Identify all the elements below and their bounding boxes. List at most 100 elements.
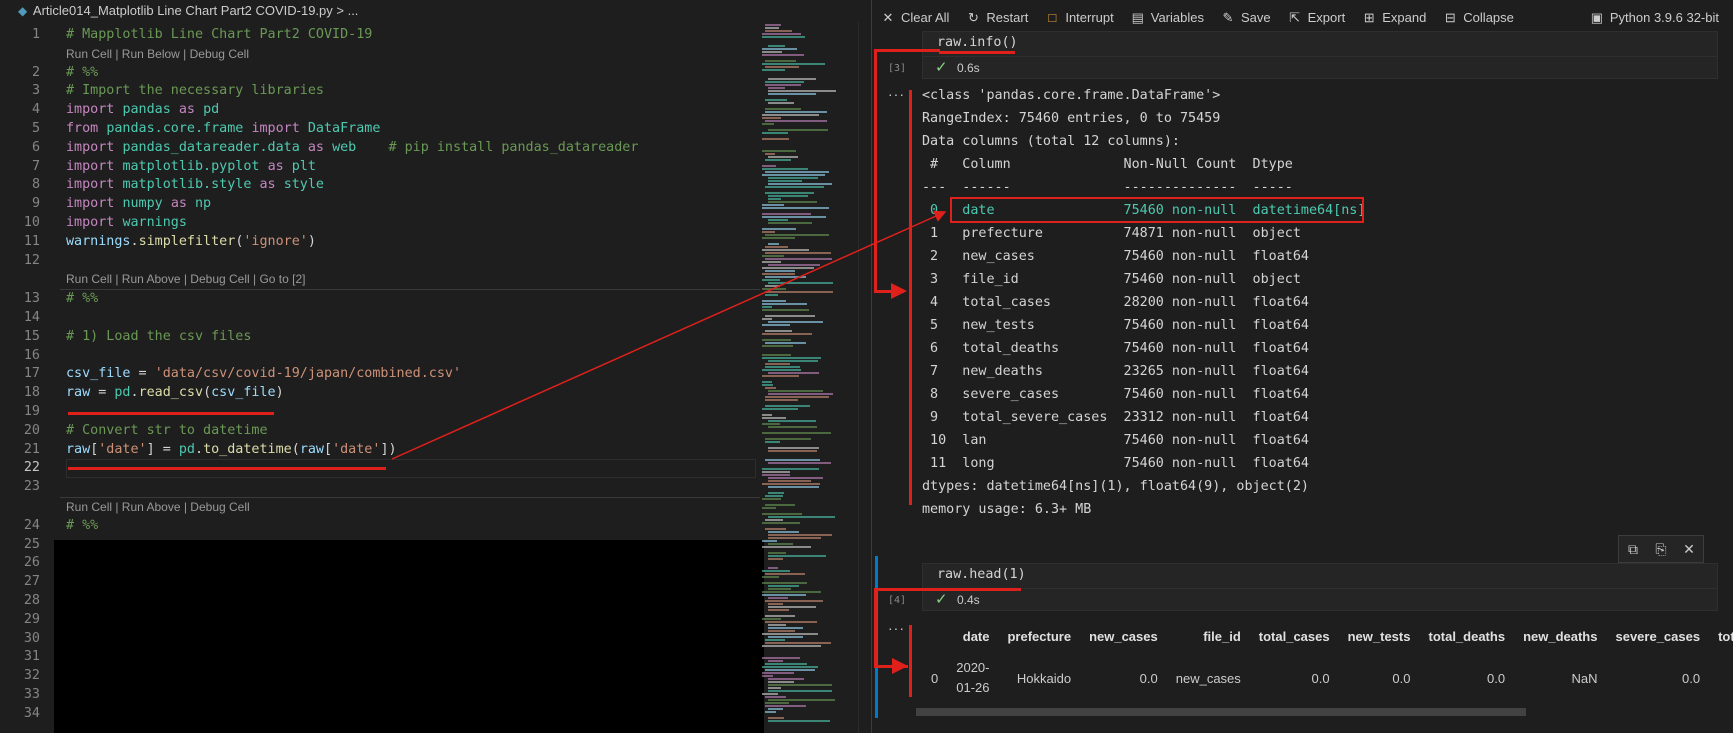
minimap-line [762, 513, 802, 515]
code-line[interactable]: 9 import numpy as np [0, 195, 760, 214]
output-line: <class 'pandas.core.frame.DataFrame'> [922, 88, 1221, 103]
line-number: 5 [31, 120, 40, 136]
minimap-line [768, 201, 817, 203]
table-header-cell: tota [1718, 629, 1733, 644]
variables-button[interactable]: ▤ Variables [1122, 0, 1212, 35]
annotation-underline [68, 412, 274, 415]
minimap-line [762, 63, 825, 65]
minimap-line [762, 261, 781, 263]
output-line: 11 long 75460 non-null float64 [922, 456, 1309, 471]
minimap-line [762, 249, 809, 251]
breadcrumb-text: Article014_Matplotlib Line Chart Part2 C… [32, 3, 359, 18]
restart-button[interactable]: ↻ Restart [957, 0, 1036, 35]
code-line[interactable]: 16 [0, 347, 760, 366]
code-line[interactable]: 2 # %% [0, 64, 760, 83]
code-line[interactable]: 3 # Import the necessary libraries [0, 82, 760, 101]
table-header-cell: total_cases [1258, 629, 1330, 644]
minimap-line [762, 474, 790, 476]
code-line[interactable]: 1 # Mapplotlib Line Chart Part2 COVID-19 [0, 26, 760, 45]
code-editor[interactable]: ◆ Article014_Matplotlib Line Chart Part2… [0, 0, 871, 733]
minimap-line [765, 615, 795, 617]
code-line[interactable]: 6 import pandas_datareader.data as web # … [0, 139, 760, 158]
code-line[interactable]: 12 [0, 252, 760, 271]
minimap-line [768, 321, 823, 323]
cell-status: ✓ 0.4s [922, 589, 1718, 611]
minimap-line [768, 516, 835, 518]
minimap-line [762, 384, 773, 386]
code-lens-run-above-goto[interactable]: Run Cell | Run Above | Debug Cell | Go t… [0, 270, 760, 289]
kernel-picker[interactable]: ▣ Python 3.9.6 32-bit [1581, 0, 1727, 35]
line-number: 14 [23, 309, 40, 325]
minimap-line [765, 405, 810, 407]
code-lens-run-below[interactable]: Run Cell | Run Below | Debug Cell [0, 45, 760, 64]
minimap-line [762, 618, 781, 620]
code-line[interactable]: 10 import warnings [0, 214, 760, 233]
minimap-line [762, 522, 800, 524]
code-line[interactable]: 20 # Convert str to datetime [0, 422, 760, 441]
code-lens-run-above[interactable]: Run Cell | Run Above | Debug Cell [0, 498, 760, 517]
line-number: 34 [23, 705, 40, 721]
paste-icon[interactable]: ⎘ [1647, 541, 1675, 558]
code-line[interactable]: 7 import matplotlib.pyplot as plt [0, 158, 760, 177]
collapse-button[interactable]: ⊟ Collapse [1434, 0, 1522, 35]
horizontal-scrollbar[interactable] [916, 708, 1526, 716]
copy-icon[interactable]: ⧉ [1619, 541, 1647, 558]
code-line[interactable]: 14 [0, 309, 760, 328]
minimap-line [762, 306, 772, 308]
line-number: 32 [23, 668, 40, 684]
minimap-line [762, 255, 784, 257]
minimap-line [768, 717, 784, 719]
code-line[interactable]: 4 import pandas as pd [0, 101, 760, 120]
editor-scrollbar[interactable] [858, 22, 871, 733]
interactive-window[interactable]: ✕ Clear All ↻ Restart □ Interrupt ▤ Variable… [872, 0, 1733, 733]
minimap[interactable] [762, 22, 858, 733]
close-icon[interactable]: ✕ [1675, 541, 1703, 558]
output-line: # Column Non-Null Count Dtype [922, 157, 1293, 172]
cell-input[interactable]: raw.info() [922, 31, 1718, 57]
output-line: 4 total_cases 28200 non-null float64 [922, 295, 1309, 310]
code-line[interactable]: 18 raw = pd.read_csv(csv_file) [0, 384, 760, 403]
save-button[interactable]: ✎ Save [1212, 0, 1279, 35]
code-line[interactable]: 23 [0, 478, 760, 497]
cell-input[interactable]: raw.head(1) [922, 563, 1718, 589]
line-number: 11 [23, 233, 40, 249]
minimap-line [765, 519, 783, 521]
minimap-line [762, 546, 811, 548]
code-line[interactable]: 8 import matplotlib.style as style [0, 176, 760, 195]
export-button[interactable]: ⇱ Export [1279, 0, 1354, 35]
minimap-line [768, 45, 785, 47]
breadcrumb[interactable]: ◆ Article014_Matplotlib Line Chart Part2… [0, 0, 871, 22]
table-cell: 0 [931, 670, 939, 686]
check-icon: ✓ [935, 59, 948, 76]
minimap-line [768, 537, 821, 539]
minimap-line [765, 285, 780, 287]
code-line[interactable]: 5 from pandas.core.frame import DataFrame [0, 120, 760, 139]
clear-all-button[interactable]: ✕ Clear All [872, 0, 957, 35]
minimap-line [765, 246, 788, 248]
minimap-line [762, 309, 809, 311]
minimap-line [762, 48, 797, 50]
line-number: 6 [31, 139, 40, 155]
minimap-line [765, 621, 817, 623]
minimap-line [765, 270, 795, 272]
code-line[interactable]: 24 # %% [0, 517, 760, 536]
minimap-line [768, 222, 812, 224]
annotation-underline [939, 51, 1015, 54]
output-more-icon[interactable]: ··· [888, 620, 905, 636]
code-text: import pandas_datareader.data as web # p… [66, 139, 639, 155]
code-line[interactable]: 11 warnings.simplefilter('ignore') [0, 233, 760, 252]
minimap-line [762, 693, 778, 695]
minimap-line [768, 585, 799, 587]
code-line[interactable]: 13 # %% [0, 290, 760, 309]
output-more-icon[interactable]: ··· [888, 86, 905, 102]
black-output-region [54, 540, 764, 733]
minimap-line [762, 471, 790, 473]
code-text: # %% [66, 291, 99, 307]
interrupt-button[interactable]: □ Interrupt [1036, 0, 1121, 35]
expand-button[interactable]: ⊞ Expand [1353, 0, 1434, 35]
minimap-line [765, 81, 804, 83]
code-text: warnings.simplefilter('ignore') [66, 233, 316, 249]
code-line[interactable]: 21 raw['date'] = pd.to_datetime(raw['date… [0, 441, 760, 460]
code-line[interactable]: 15 # 1) Load the csv files [0, 328, 760, 347]
code-line[interactable]: 17 csv_file = 'data/csv/covid-19/japan/co… [0, 365, 760, 384]
